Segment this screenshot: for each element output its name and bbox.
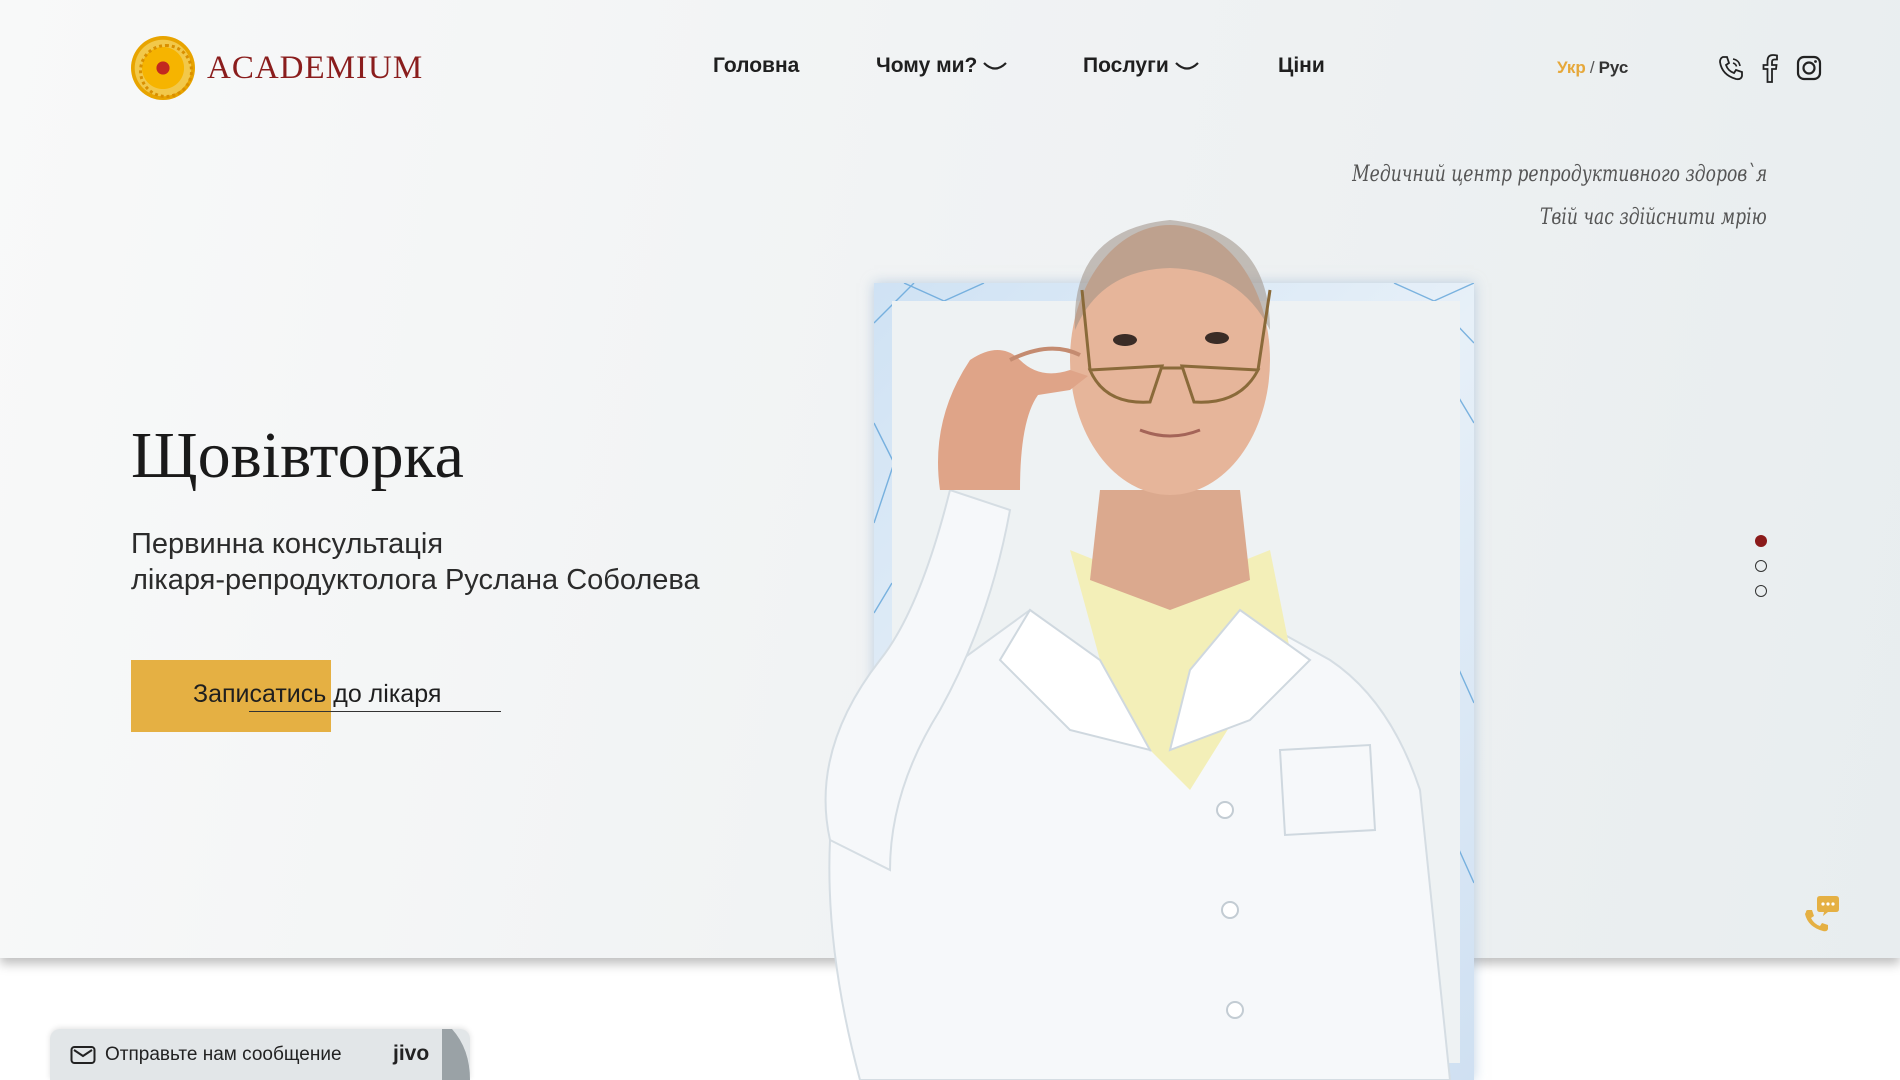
chat-widget[interactable]: Отправьте нам сообщение jivo — [50, 1029, 470, 1080]
language-switcher: Укр / Рус — [1557, 58, 1628, 78]
chat-widget-message: Отправьте нам сообщение — [105, 1044, 342, 1065]
hero-title: Щовівторка — [131, 419, 464, 492]
cta-label: Записатись до лікаря — [193, 680, 442, 708]
hero-subtitle: Первинна консультація лікаря-репродуктол… — [131, 526, 700, 598]
nav-label-services: Послуги — [1083, 54, 1169, 77]
nav-label-why-us: Чому ми? — [876, 54, 978, 77]
book-appointment-button[interactable]: Записатись до лікаря — [131, 660, 501, 732]
lang-rus[interactable]: Рус — [1599, 58, 1629, 77]
nav-item-services[interactable]: Послуги — [1083, 54, 1199, 78]
instagram-icon[interactable] — [1794, 53, 1824, 83]
logo[interactable]: ACADEMIUM — [131, 36, 423, 100]
tagline-line-1: Медичний центр репродуктивного здоров`я — [1351, 162, 1767, 187]
slider-dot-1[interactable] — [1755, 535, 1767, 547]
nav-label-home: Головна — [713, 54, 800, 77]
nav-item-home[interactable]: Головна — [713, 54, 799, 78]
site-header: ACADEMIUM Головна Чому ми? Послуги Ціни — [0, 0, 1900, 140]
tagline-line-2: Твій час здійснити мрію — [1540, 205, 1767, 230]
slider-dot-2[interactable] — [1755, 560, 1767, 572]
jivo-logo: jivo — [393, 1042, 430, 1065]
logo-text: ACADEMIUM — [207, 49, 424, 86]
chevron-down-icon — [1174, 60, 1199, 72]
chevron-down-icon — [983, 60, 1008, 72]
callback-phone-icon[interactable] — [1798, 892, 1840, 934]
lang-ukr[interactable]: Укр — [1557, 58, 1586, 77]
hero-subtitle-line-2: лікаря-репродуктолога Руслана Соболева — [131, 564, 700, 596]
nav-label-prices: Ціни — [1278, 54, 1325, 77]
lang-separator: / — [1589, 58, 1595, 77]
hero-subtitle-line-1: Первинна консультація — [131, 528, 444, 560]
slider-dot-3[interactable] — [1755, 585, 1767, 597]
nav-item-prices[interactable]: Ціни — [1278, 54, 1325, 78]
facebook-icon[interactable] — [1755, 53, 1785, 83]
doctor-portrait — [824, 220, 1452, 1080]
nav-item-why-us[interactable]: Чому ми? — [876, 54, 1008, 78]
cta-underline — [249, 711, 501, 712]
phone-icon[interactable] — [1716, 53, 1746, 83]
chat-widget-tab — [442, 1029, 470, 1080]
sunflower-logo-icon — [131, 36, 195, 100]
envelope-icon — [70, 1046, 96, 1064]
